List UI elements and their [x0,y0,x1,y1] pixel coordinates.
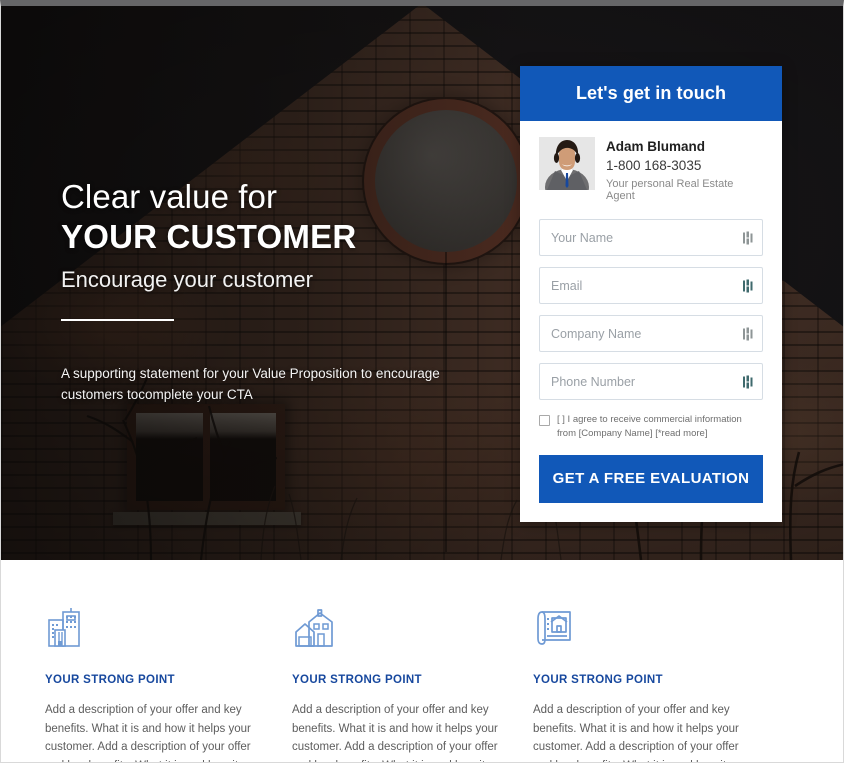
agent-role: Your personal Real Estate Agent [606,178,734,203]
company-name-input[interactable] [539,315,763,353]
agent-avatar [539,137,595,190]
feature-column-1: YOUR STRONG POINT Add a description of y… [45,606,285,762]
consent-text: [ ] I agree to receive commercial inform… [557,414,742,439]
feature-text-2: Add a description of your offer and key … [292,704,498,762]
landing-page: Clear value for YOUR CUSTOMER Encourage … [0,0,844,763]
contact-form-card: Let's get in touch Adam Blumand 1-800 16… [520,66,782,522]
agent-block: Adam Blumand 1-800 168-3035 Your persona… [539,137,763,202]
hero-headline-line2: YOUR CUSTOMER [61,217,357,255]
house-icon [292,606,506,652]
field-company-name [539,315,763,353]
your-name-input[interactable] [539,219,763,257]
phone-number-input[interactable] [539,363,763,401]
feature-text-3: Add a description of your offer and key … [533,704,739,762]
hero-copy: Clear value for YOUR CUSTOMER Encourage … [61,178,491,321]
feature-text-1: Add a description of your offer and key … [45,704,251,762]
get-free-evaluation-button[interactable]: GET A FREE EVALUATION [539,454,763,503]
blueprint-icon [533,606,747,652]
office-buildings-icon [45,606,259,652]
agent-name: Adam Blumand [606,139,706,154]
hero-divider-rule [61,318,174,321]
consent-checkbox[interactable] [539,415,550,427]
feature-title-1: YOUR STRONG POINT [45,674,175,686]
form-header-title: Let's get in touch [575,83,727,103]
hero-headline-line1: Clear value for [61,178,278,215]
hero-supporting-text: A supporting statement for your Value Pr… [61,366,440,402]
field-your-name [539,219,763,257]
features-section: YOUR STRONG POINT Add a description of y… [1,566,843,762]
feature-column-2: YOUR STRONG POINT Add a description of y… [292,606,532,762]
agent-phone: 1-800 168-3035 [606,157,702,173]
field-phone-number [539,363,763,401]
form-body: Adam Blumand 1-800 168-3035 Your persona… [520,121,782,522]
feature-title-3: YOUR STRONG POINT [533,674,663,686]
email-input[interactable] [539,267,763,305]
hero-section: Clear value for YOUR CUSTOMER Encourage … [1,6,843,560]
consent-row[interactable]: [ ] I agree to receive commercial inform… [539,413,763,441]
agent-info: Adam Blumand 1-800 168-3035 Your persona… [606,137,763,202]
feature-column-3: YOUR STRONG POINT Add a description of y… [533,606,773,762]
field-email [539,267,763,305]
hero-subheadline: Encourage your customer [61,266,313,292]
form-header: Let's get in touch [520,66,782,121]
feature-title-2: YOUR STRONG POINT [292,674,422,686]
